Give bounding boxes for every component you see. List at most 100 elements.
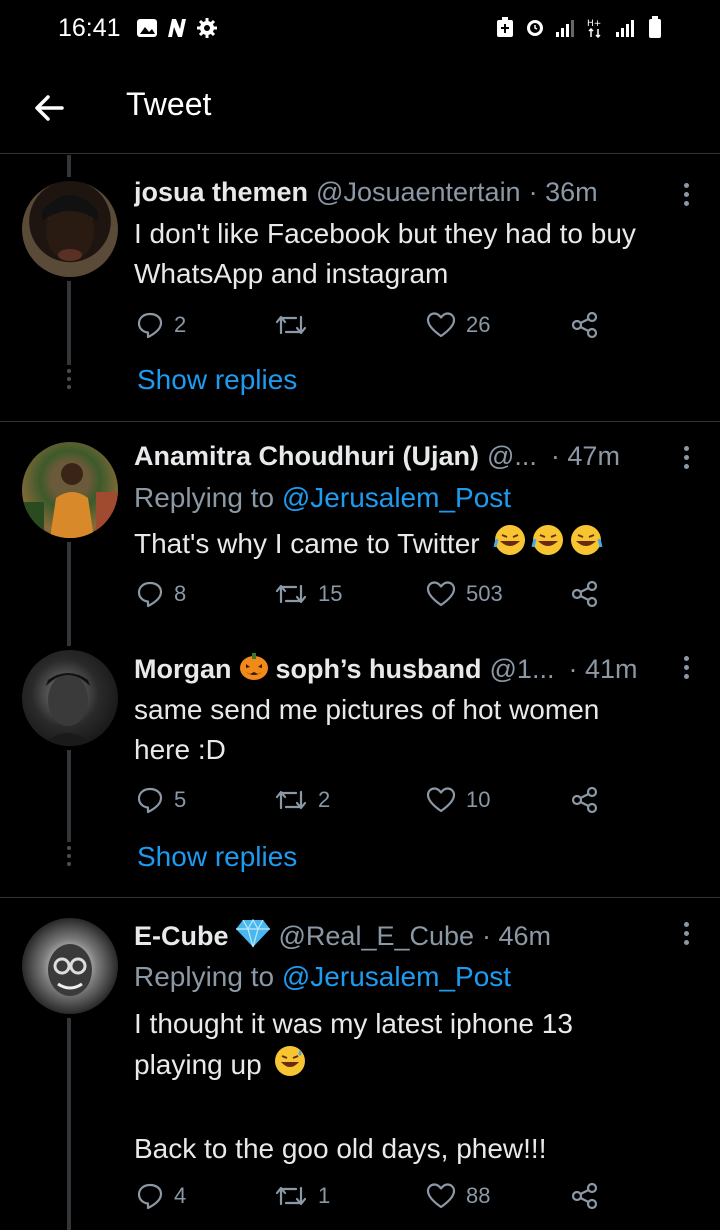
avatar[interactable] [22,918,118,1014]
retweet-count: 15 [318,581,343,606]
share-button[interactable] [570,1182,600,1210]
tweet-text-line: WhatsApp and instagram [134,258,449,289]
status-left-icons [136,17,218,39]
tweet-text-line: here :D [134,734,226,765]
tweet-text-line: playing up [134,1048,262,1080]
more-options-icon[interactable] [682,446,690,469]
tweet-text: same send me pictures of hot women here … [134,690,660,770]
battery-saver-icon [494,16,516,38]
share-icon [571,311,598,339]
replying-to-label: Replying to [134,482,282,513]
thread-line [67,1018,71,1230]
author-name[interactable]: josua themen [134,177,308,208]
share-icon [571,580,598,608]
network-type-icon: H+ [584,16,606,38]
author-name[interactable]: E-Cube [134,921,229,952]
share-button[interactable] [570,580,600,608]
tweet-time: · 46m [482,921,552,951]
heart-icon [426,581,456,607]
reply-count: 5 [174,787,187,812]
more-options-icon[interactable] [682,183,690,206]
tweet-text-line: That's why I came to Twitter [134,527,480,559]
like-button[interactable]: 10 [426,786,490,814]
reply-button[interactable]: 8 [136,580,186,608]
reply-icon [137,1183,163,1210]
app-bar: Tweet [0,60,720,154]
author-handle: @Real_E_Cube [278,921,475,951]
avatar[interactable] [22,650,118,746]
thread-line [67,281,71,365]
heart-icon [426,787,456,813]
retweet-button[interactable]: 15 [274,580,342,608]
tweet-actions: 5 2 10 [134,786,614,820]
back-arrow-icon[interactable] [30,88,70,128]
reply-button[interactable]: 4 [136,1182,186,1210]
tweet-text-line: same send me pictures of hot women [134,694,600,725]
author-name[interactable]: Anamitra Choudhuri (Ujan) [134,441,479,472]
retweet-icon [275,584,307,604]
retweet-button[interactable]: 1 [274,1182,330,1210]
retweet-button[interactable] [274,311,318,339]
jack-o-lantern-icon [238,650,270,689]
tweet-text-line-wrap: playing up [134,1044,660,1089]
page-title: Tweet [126,86,212,122]
laughing-emoji-icons [493,523,605,568]
more-options-icon[interactable] [682,922,690,945]
tweet-header: E-Cube @Real_E_Cube · 46m [134,918,650,955]
reply-tweet[interactable]: Anamitra Choudhuri (Ujan) @... · 47m Rep… [0,422,720,632]
tweet-actions: 8 15 503 [134,580,614,614]
gallery-icon [136,17,158,39]
author-handle: @1... [489,654,555,684]
reply-count: 2 [174,312,187,337]
reply-tweet[interactable]: E-Cube @Real_E_Cube · 46m Replying to @J… [0,898,720,1230]
show-replies-link[interactable]: Show replies [137,841,297,873]
avatar[interactable] [22,181,118,277]
tweet-time: · 41m [568,654,638,684]
thread-line [67,155,71,177]
reply-button[interactable]: 2 [136,311,186,339]
battery-icon [644,16,666,38]
like-button[interactable]: 26 [426,311,490,339]
tweet-header: Morgan soph’s husband @1... · 41m [134,650,650,689]
retweet-count: 1 [318,1183,331,1208]
tweet-text-spacer [134,1089,660,1129]
reply-icon [137,787,163,814]
reply-count: 4 [174,1183,187,1208]
like-count: 88 [466,1183,491,1208]
share-button[interactable] [570,786,600,814]
author-name-part1[interactable]: Morgan [134,654,232,685]
like-count: 503 [466,581,503,606]
thread-dots [66,369,72,393]
replying-to: Replying to @Jerusalem_Post [134,961,511,993]
share-icon [571,786,598,814]
author-handle: @Josuaentertain [316,177,521,207]
author-handle: @... [487,441,537,471]
status-time: 16:41 [58,14,121,42]
avatar[interactable] [22,442,118,538]
svg-text:H+: H+ [587,19,601,29]
status-bar: 16:41 H+ [0,0,720,60]
share-button[interactable] [570,311,600,339]
thread-dots [66,846,72,870]
show-replies-link[interactable]: Show replies [137,364,297,396]
reply-icon [137,581,163,608]
mention-link[interactable]: @Jerusalem_Post [282,482,511,513]
reply-tweet[interactable]: josua themen @Josuaentertain · 36m I don… [0,155,720,421]
reply-count: 8 [174,581,187,606]
tweet-header: Anamitra Choudhuri (Ujan) @... · 47m [134,441,650,472]
author-name-part2[interactable]: soph’s husband [276,654,482,685]
mention-link[interactable]: @Jerusalem_Post [282,961,511,992]
heart-icon [426,312,456,338]
reply-button[interactable]: 5 [136,786,186,814]
thread-line [67,632,71,646]
replying-to-label: Replying to [134,961,282,992]
more-options-icon[interactable] [682,656,690,679]
tweet-actions: 2 26 [134,311,614,345]
like-count: 10 [466,787,491,812]
retweet-button[interactable]: 2 [274,786,330,814]
like-button[interactable]: 88 [426,1182,490,1210]
like-button[interactable]: 503 [426,580,503,608]
tweet-time: · 47m [550,441,620,471]
reply-tweet[interactable]: Morgan soph’s husband @1... · 41m same s… [0,632,720,897]
replying-to: Replying to @Jerusalem_Post [134,482,511,514]
